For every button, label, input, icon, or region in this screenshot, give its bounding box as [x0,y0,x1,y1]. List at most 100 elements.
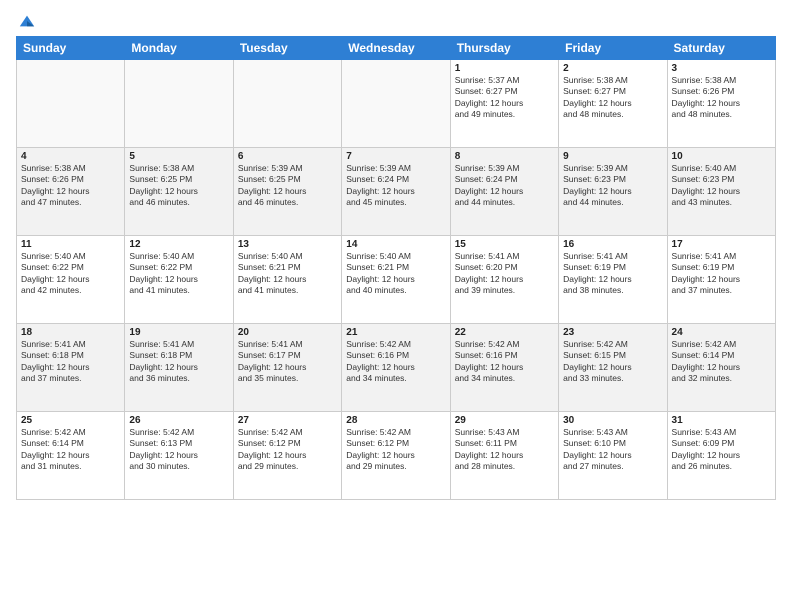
calendar-week-row: 18Sunrise: 5:41 AM Sunset: 6:18 PM Dayli… [17,324,776,412]
calendar-cell: 17Sunrise: 5:41 AM Sunset: 6:19 PM Dayli… [667,236,775,324]
day-info: Sunrise: 5:43 AM Sunset: 6:10 PM Dayligh… [563,427,662,473]
weekday-header: Tuesday [233,37,341,60]
day-number: 4 [21,151,120,162]
calendar-cell [17,60,125,148]
day-number: 31 [672,415,771,426]
day-number: 23 [563,327,662,338]
day-number: 29 [455,415,554,426]
calendar-cell: 8Sunrise: 5:39 AM Sunset: 6:24 PM Daylig… [450,148,558,236]
day-info: Sunrise: 5:42 AM Sunset: 6:13 PM Dayligh… [129,427,228,473]
day-number: 2 [563,63,662,74]
day-number: 24 [672,327,771,338]
calendar-cell: 23Sunrise: 5:42 AM Sunset: 6:15 PM Dayli… [559,324,667,412]
calendar-cell: 1Sunrise: 5:37 AM Sunset: 6:27 PM Daylig… [450,60,558,148]
day-number: 22 [455,327,554,338]
calendar-cell: 20Sunrise: 5:41 AM Sunset: 6:17 PM Dayli… [233,324,341,412]
day-number: 14 [346,239,445,250]
day-info: Sunrise: 5:40 AM Sunset: 6:21 PM Dayligh… [346,251,445,297]
calendar-cell: 22Sunrise: 5:42 AM Sunset: 6:16 PM Dayli… [450,324,558,412]
day-info: Sunrise: 5:38 AM Sunset: 6:26 PM Dayligh… [672,75,771,121]
calendar-week-row: 25Sunrise: 5:42 AM Sunset: 6:14 PM Dayli… [17,412,776,500]
page: SundayMondayTuesdayWednesdayThursdayFrid… [0,0,792,612]
day-info: Sunrise: 5:39 AM Sunset: 6:23 PM Dayligh… [563,163,662,209]
day-number: 3 [672,63,771,74]
calendar-cell: 3Sunrise: 5:38 AM Sunset: 6:26 PM Daylig… [667,60,775,148]
weekday-header: Thursday [450,37,558,60]
calendar-cell: 21Sunrise: 5:42 AM Sunset: 6:16 PM Dayli… [342,324,450,412]
calendar-week-row: 11Sunrise: 5:40 AM Sunset: 6:22 PM Dayli… [17,236,776,324]
day-number: 21 [346,327,445,338]
calendar-cell: 26Sunrise: 5:42 AM Sunset: 6:13 PM Dayli… [125,412,233,500]
calendar-cell: 31Sunrise: 5:43 AM Sunset: 6:09 PM Dayli… [667,412,775,500]
day-number: 11 [21,239,120,250]
calendar-cell: 7Sunrise: 5:39 AM Sunset: 6:24 PM Daylig… [342,148,450,236]
day-number: 20 [238,327,337,338]
calendar-cell: 12Sunrise: 5:40 AM Sunset: 6:22 PM Dayli… [125,236,233,324]
day-number: 26 [129,415,228,426]
day-info: Sunrise: 5:41 AM Sunset: 6:19 PM Dayligh… [563,251,662,297]
calendar-cell: 25Sunrise: 5:42 AM Sunset: 6:14 PM Dayli… [17,412,125,500]
day-number: 5 [129,151,228,162]
logo-icon [18,12,36,30]
day-number: 13 [238,239,337,250]
day-number: 10 [672,151,771,162]
day-info: Sunrise: 5:41 AM Sunset: 6:17 PM Dayligh… [238,339,337,385]
calendar-cell: 15Sunrise: 5:41 AM Sunset: 6:20 PM Dayli… [450,236,558,324]
day-info: Sunrise: 5:37 AM Sunset: 6:27 PM Dayligh… [455,75,554,121]
calendar-week-row: 1Sunrise: 5:37 AM Sunset: 6:27 PM Daylig… [17,60,776,148]
calendar-cell: 14Sunrise: 5:40 AM Sunset: 6:21 PM Dayli… [342,236,450,324]
calendar-cell: 4Sunrise: 5:38 AM Sunset: 6:26 PM Daylig… [17,148,125,236]
calendar-cell: 11Sunrise: 5:40 AM Sunset: 6:22 PM Dayli… [17,236,125,324]
day-info: Sunrise: 5:42 AM Sunset: 6:16 PM Dayligh… [346,339,445,385]
calendar-cell: 2Sunrise: 5:38 AM Sunset: 6:27 PM Daylig… [559,60,667,148]
weekday-header: Wednesday [342,37,450,60]
day-number: 7 [346,151,445,162]
day-info: Sunrise: 5:38 AM Sunset: 6:27 PM Dayligh… [563,75,662,121]
calendar-cell: 28Sunrise: 5:42 AM Sunset: 6:12 PM Dayli… [342,412,450,500]
calendar-cell: 27Sunrise: 5:42 AM Sunset: 6:12 PM Dayli… [233,412,341,500]
calendar-cell: 10Sunrise: 5:40 AM Sunset: 6:23 PM Dayli… [667,148,775,236]
day-number: 16 [563,239,662,250]
day-info: Sunrise: 5:40 AM Sunset: 6:22 PM Dayligh… [21,251,120,297]
calendar-cell: 18Sunrise: 5:41 AM Sunset: 6:18 PM Dayli… [17,324,125,412]
day-info: Sunrise: 5:40 AM Sunset: 6:22 PM Dayligh… [129,251,228,297]
day-info: Sunrise: 5:40 AM Sunset: 6:21 PM Dayligh… [238,251,337,297]
calendar-cell [125,60,233,148]
weekday-header: Friday [559,37,667,60]
day-info: Sunrise: 5:38 AM Sunset: 6:25 PM Dayligh… [129,163,228,209]
day-number: 1 [455,63,554,74]
day-number: 15 [455,239,554,250]
day-info: Sunrise: 5:42 AM Sunset: 6:14 PM Dayligh… [21,427,120,473]
header [16,12,776,30]
logo [16,12,36,30]
day-info: Sunrise: 5:39 AM Sunset: 6:24 PM Dayligh… [455,163,554,209]
day-info: Sunrise: 5:41 AM Sunset: 6:18 PM Dayligh… [21,339,120,385]
day-number: 18 [21,327,120,338]
day-info: Sunrise: 5:41 AM Sunset: 6:18 PM Dayligh… [129,339,228,385]
day-number: 9 [563,151,662,162]
calendar-cell: 13Sunrise: 5:40 AM Sunset: 6:21 PM Dayli… [233,236,341,324]
weekday-header: Saturday [667,37,775,60]
calendar-cell: 6Sunrise: 5:39 AM Sunset: 6:25 PM Daylig… [233,148,341,236]
day-info: Sunrise: 5:43 AM Sunset: 6:11 PM Dayligh… [455,427,554,473]
day-number: 19 [129,327,228,338]
calendar-week-row: 4Sunrise: 5:38 AM Sunset: 6:26 PM Daylig… [17,148,776,236]
day-number: 8 [455,151,554,162]
day-number: 28 [346,415,445,426]
calendar-cell: 29Sunrise: 5:43 AM Sunset: 6:11 PM Dayli… [450,412,558,500]
calendar-table: SundayMondayTuesdayWednesdayThursdayFrid… [16,36,776,500]
day-info: Sunrise: 5:40 AM Sunset: 6:23 PM Dayligh… [672,163,771,209]
day-info: Sunrise: 5:42 AM Sunset: 6:16 PM Dayligh… [455,339,554,385]
day-number: 30 [563,415,662,426]
calendar-cell [342,60,450,148]
calendar-cell: 5Sunrise: 5:38 AM Sunset: 6:25 PM Daylig… [125,148,233,236]
day-info: Sunrise: 5:41 AM Sunset: 6:19 PM Dayligh… [672,251,771,297]
weekday-header: Sunday [17,37,125,60]
calendar-cell: 16Sunrise: 5:41 AM Sunset: 6:19 PM Dayli… [559,236,667,324]
day-number: 27 [238,415,337,426]
weekday-header-row: SundayMondayTuesdayWednesdayThursdayFrid… [17,37,776,60]
day-info: Sunrise: 5:42 AM Sunset: 6:15 PM Dayligh… [563,339,662,385]
day-number: 6 [238,151,337,162]
day-number: 17 [672,239,771,250]
calendar-cell: 30Sunrise: 5:43 AM Sunset: 6:10 PM Dayli… [559,412,667,500]
